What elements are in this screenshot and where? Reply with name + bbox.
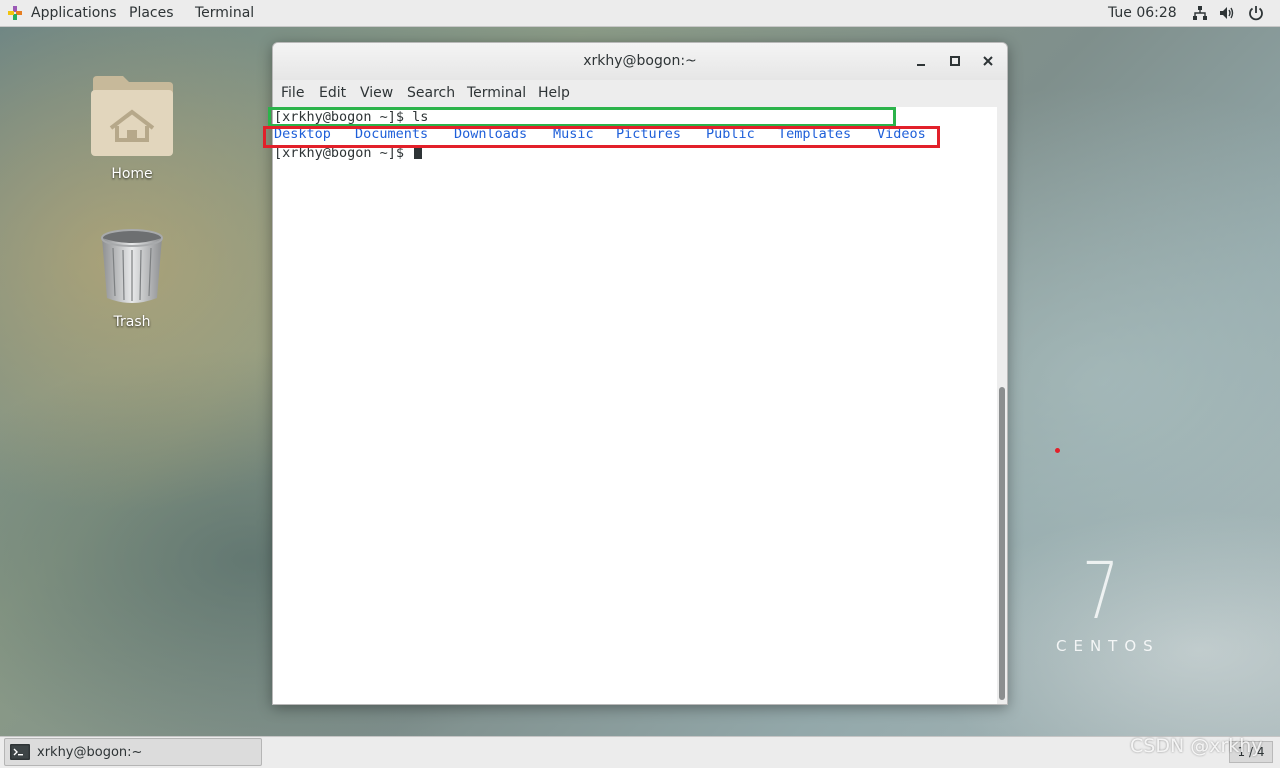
scrollbar-thumb[interactable] bbox=[999, 387, 1005, 700]
window-title: xrkhy@bogon:~ bbox=[583, 53, 697, 69]
close-icon[interactable] bbox=[978, 51, 998, 71]
applications-menu[interactable]: Applications bbox=[31, 0, 117, 26]
menu-view[interactable]: View bbox=[360, 85, 393, 101]
terminal-menu[interactable]: Terminal bbox=[195, 0, 254, 26]
menu-search[interactable]: Search bbox=[407, 85, 455, 101]
red-dot-marker bbox=[1055, 448, 1060, 453]
terminal-scrollbar[interactable] bbox=[997, 107, 1007, 704]
trash-icon bbox=[101, 229, 163, 303]
desktop-icon-home[interactable]: Home bbox=[77, 74, 187, 182]
top-panel: Applications Places Terminal Tue 06:28 bbox=[0, 0, 1280, 27]
clock[interactable]: Tue 06:28 bbox=[1108, 0, 1177, 26]
terminal-app-icon bbox=[10, 744, 30, 760]
window-menubar: File Edit View Search Terminal Help bbox=[273, 80, 1007, 107]
menu-help[interactable]: Help bbox=[538, 85, 570, 101]
maximize-icon[interactable] bbox=[945, 51, 965, 71]
desktop-icon-label: Home bbox=[111, 166, 153, 182]
applications-logo-icon[interactable] bbox=[8, 6, 22, 20]
centos-version-number: 7 bbox=[1082, 547, 1120, 637]
network-icon[interactable] bbox=[1192, 5, 1208, 21]
command-highlight-box bbox=[268, 107, 896, 127]
home-folder-icon bbox=[91, 76, 173, 156]
taskbar-item-terminal[interactable]: xrkhy@bogon:~ bbox=[4, 738, 262, 766]
power-icon[interactable] bbox=[1248, 5, 1264, 21]
terminal-area[interactable]: [xrkhy@bogon ~]$ ls Desktop Documents Do… bbox=[273, 107, 1007, 704]
desktop-icon-trash[interactable]: Trash bbox=[77, 228, 187, 330]
bottom-panel: xrkhy@bogon:~ 1 / 4 bbox=[0, 736, 1280, 768]
centos-brand: CENTOS bbox=[1056, 637, 1160, 655]
csdn-watermark: CSDN @xrkhy bbox=[1130, 735, 1263, 757]
minimize-icon[interactable] bbox=[911, 51, 931, 71]
output-highlight-box bbox=[263, 126, 940, 148]
menu-file[interactable]: File bbox=[281, 85, 304, 101]
window-titlebar[interactable]: xrkhy@bogon:~ bbox=[273, 43, 1007, 80]
taskbar-item-label: xrkhy@bogon:~ bbox=[37, 745, 143, 760]
places-menu[interactable]: Places bbox=[129, 0, 174, 26]
volume-icon[interactable] bbox=[1219, 5, 1235, 21]
menu-edit[interactable]: Edit bbox=[319, 85, 346, 101]
desktop-icon-label: Trash bbox=[113, 314, 151, 330]
menu-terminal[interactable]: Terminal bbox=[467, 85, 526, 101]
